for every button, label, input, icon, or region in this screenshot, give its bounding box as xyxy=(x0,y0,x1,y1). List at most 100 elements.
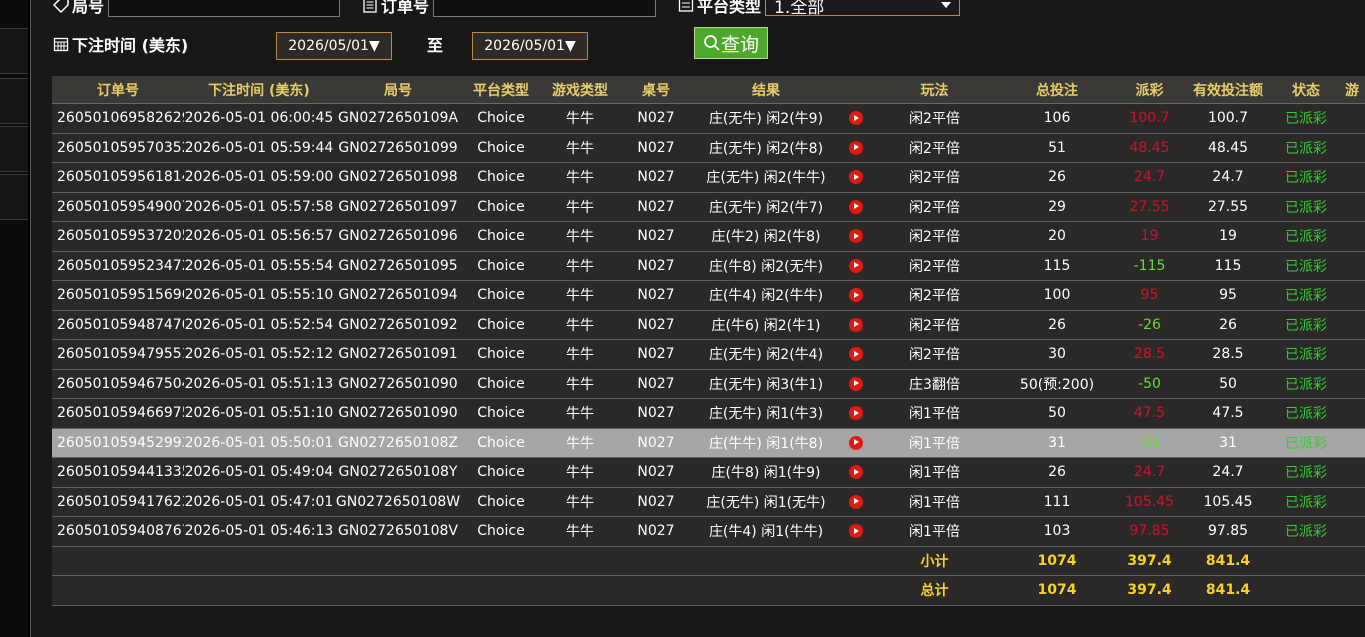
game-type-cell: 牛牛 xyxy=(540,339,620,370)
empty-cell xyxy=(52,575,184,606)
platform-select[interactable]: 1.全部 xyxy=(765,0,961,18)
play-icon[interactable] xyxy=(849,347,863,362)
payout-cell: 47.5 xyxy=(1117,398,1182,429)
play-icon[interactable] xyxy=(849,524,863,539)
column-header[interactable]: 局号 xyxy=(334,76,462,104)
column-header[interactable]: 有效投注额 xyxy=(1182,76,1274,104)
table-row[interactable]: 260501059467504 2026-05-01 05:51:13 GN0272… xyxy=(52,369,1365,399)
table-row[interactable]: 260501059549007 2026-05-01 05:57:58 GN0272… xyxy=(52,192,1365,222)
valid-bet-cell: 100.7 xyxy=(1182,103,1274,134)
round-input[interactable] xyxy=(108,0,341,17)
column-header[interactable]: 平台类型 xyxy=(462,76,540,104)
round-id-cell: GN02726501091 xyxy=(334,339,462,370)
empty-cell xyxy=(1274,575,1338,606)
game-type-cell: 牛牛 xyxy=(540,310,620,340)
status-cell: 已派彩 xyxy=(1274,487,1338,517)
bet-time-cell: 2026-05-01 06:00:45 xyxy=(184,103,334,134)
replay-cell[interactable] xyxy=(840,280,872,311)
play-icon[interactable] xyxy=(849,199,863,214)
bet-time-cell: 2026-05-01 05:47:01 xyxy=(184,487,334,517)
valid-bet-cell: 27.55 xyxy=(1182,192,1274,222)
game-type-cell: 牛牛 xyxy=(540,162,620,193)
replay-cell[interactable] xyxy=(840,162,872,193)
table-row[interactable]: 260501059417623 2026-05-01 05:47:01 GN0272… xyxy=(52,487,1365,517)
replay-cell[interactable] xyxy=(840,398,872,429)
empty-cell xyxy=(840,546,872,576)
table-row[interactable]: 260501059479551 2026-05-01 05:52:12 GN0272… xyxy=(52,339,1365,370)
table-row[interactable]: 260501059561814 2026-05-01 05:59:00 GN0272… xyxy=(52,162,1365,193)
empty-cell xyxy=(692,546,840,576)
replay-cell[interactable] xyxy=(840,339,872,370)
date-to-picker[interactable]: 2026/05/01 ▼ xyxy=(472,32,588,60)
table-row[interactable]: 260501059441335 2026-05-01 05:49:04 GN0272… xyxy=(52,457,1365,488)
column-header[interactable] xyxy=(840,76,872,104)
column-header[interactable]: 派彩 xyxy=(1117,76,1182,104)
overflow-cell xyxy=(1338,398,1365,429)
replay-cell[interactable] xyxy=(840,516,872,547)
replay-cell[interactable] xyxy=(840,369,872,399)
table-row[interactable]: 260501059570352 2026-05-01 05:59:44 GN0272… xyxy=(52,133,1365,163)
table-row[interactable]: 260501069582629 2026-05-01 06:00:45 GN0272… xyxy=(52,103,1365,134)
platform-cell: Choice xyxy=(462,428,540,458)
play-icon[interactable] xyxy=(849,465,863,480)
column-header[interactable]: 游戏类型 xyxy=(540,76,620,104)
sidebar-tab[interactable] xyxy=(0,174,28,220)
column-header[interactable]: 游 xyxy=(1338,76,1365,104)
sidebar-tab[interactable] xyxy=(0,28,28,74)
table-row[interactable]: 260501059487470 2026-05-01 05:52:54 GN0272… xyxy=(52,310,1365,340)
column-header[interactable]: 状态 xyxy=(1274,76,1338,104)
overflow-cell xyxy=(1338,280,1365,311)
sidebar-tab[interactable] xyxy=(0,126,28,172)
bet-time-cell: 2026-05-01 05:57:58 xyxy=(184,192,334,222)
play-icon[interactable] xyxy=(849,376,863,391)
table-number-cell: N027 xyxy=(620,369,692,399)
replay-cell[interactable] xyxy=(840,133,872,163)
query-button[interactable]: 查询 xyxy=(694,27,768,59)
total-payout: 397.4 xyxy=(1117,575,1182,606)
play-icon[interactable] xyxy=(849,111,863,126)
order-input[interactable] xyxy=(433,0,657,17)
play-icon[interactable] xyxy=(849,406,863,421)
table-row[interactable]: 260501059537205 2026-05-01 05:56:57 GN0272… xyxy=(52,221,1365,252)
play-icon[interactable] xyxy=(849,229,863,244)
valid-bet-cell: 28.5 xyxy=(1182,339,1274,370)
play-icon[interactable] xyxy=(849,170,863,185)
column-header[interactable]: 玩法 xyxy=(872,76,997,104)
column-header[interactable]: 下注时间 (美东) xyxy=(184,76,334,104)
replay-cell[interactable] xyxy=(840,457,872,488)
column-header[interactable]: 结果 xyxy=(692,76,840,104)
column-header[interactable]: 桌号 xyxy=(620,76,692,104)
bet-records-table: 订单号 下注时间 (美东) 局号 平台类型 游戏类型 桌号 结果 玩法 总投注 派彩 有效投注额 状态… xyxy=(52,76,1365,606)
sidebar-tab[interactable] xyxy=(0,78,28,124)
replay-cell[interactable] xyxy=(840,192,872,222)
play-icon[interactable] xyxy=(849,140,863,155)
table-row[interactable]: 260501059523472 2026-05-01 05:55:54 GN0272… xyxy=(52,251,1365,281)
replay-cell[interactable] xyxy=(840,103,872,134)
table-row[interactable]: 260501059408767 2026-05-01 05:46:13 GN0272… xyxy=(52,516,1365,547)
game-type-cell: 牛牛 xyxy=(540,457,620,488)
replay-cell[interactable] xyxy=(840,487,872,517)
status-cell: 已派彩 xyxy=(1274,103,1338,134)
replay-cell[interactable] xyxy=(840,310,872,340)
payout-cell: -115 xyxy=(1117,251,1182,281)
column-header[interactable]: 订单号 xyxy=(52,76,184,104)
empty-cell xyxy=(840,575,872,606)
table-row[interactable]: 260501059466975 2026-05-01 05:51:10 GN0272… xyxy=(52,398,1365,429)
replay-cell[interactable] xyxy=(840,251,872,281)
play-icon[interactable] xyxy=(849,435,863,450)
table-row[interactable]: 260501059515690 2026-05-01 05:55:10 GN0272… xyxy=(52,280,1365,311)
play-icon[interactable] xyxy=(849,317,863,332)
date-from-picker[interactable]: 2026/05/01 ▼ xyxy=(276,32,392,60)
play-type-cell: 闲2平倍 xyxy=(872,192,997,222)
empty-cell xyxy=(462,575,540,606)
valid-bet-cell: 24.7 xyxy=(1182,457,1274,488)
valid-bet-cell: 48.45 xyxy=(1182,133,1274,163)
play-icon[interactable] xyxy=(849,258,863,273)
replay-cell[interactable] xyxy=(840,428,872,458)
play-icon[interactable] xyxy=(849,494,863,509)
replay-cell[interactable] xyxy=(840,221,872,252)
play-icon[interactable] xyxy=(849,288,863,303)
column-header[interactable]: 总投注 xyxy=(997,76,1117,104)
empty-cell xyxy=(334,575,462,606)
table-row[interactable]: 260501059452993 2026-05-01 05:50:01 GN0272… xyxy=(52,428,1365,458)
